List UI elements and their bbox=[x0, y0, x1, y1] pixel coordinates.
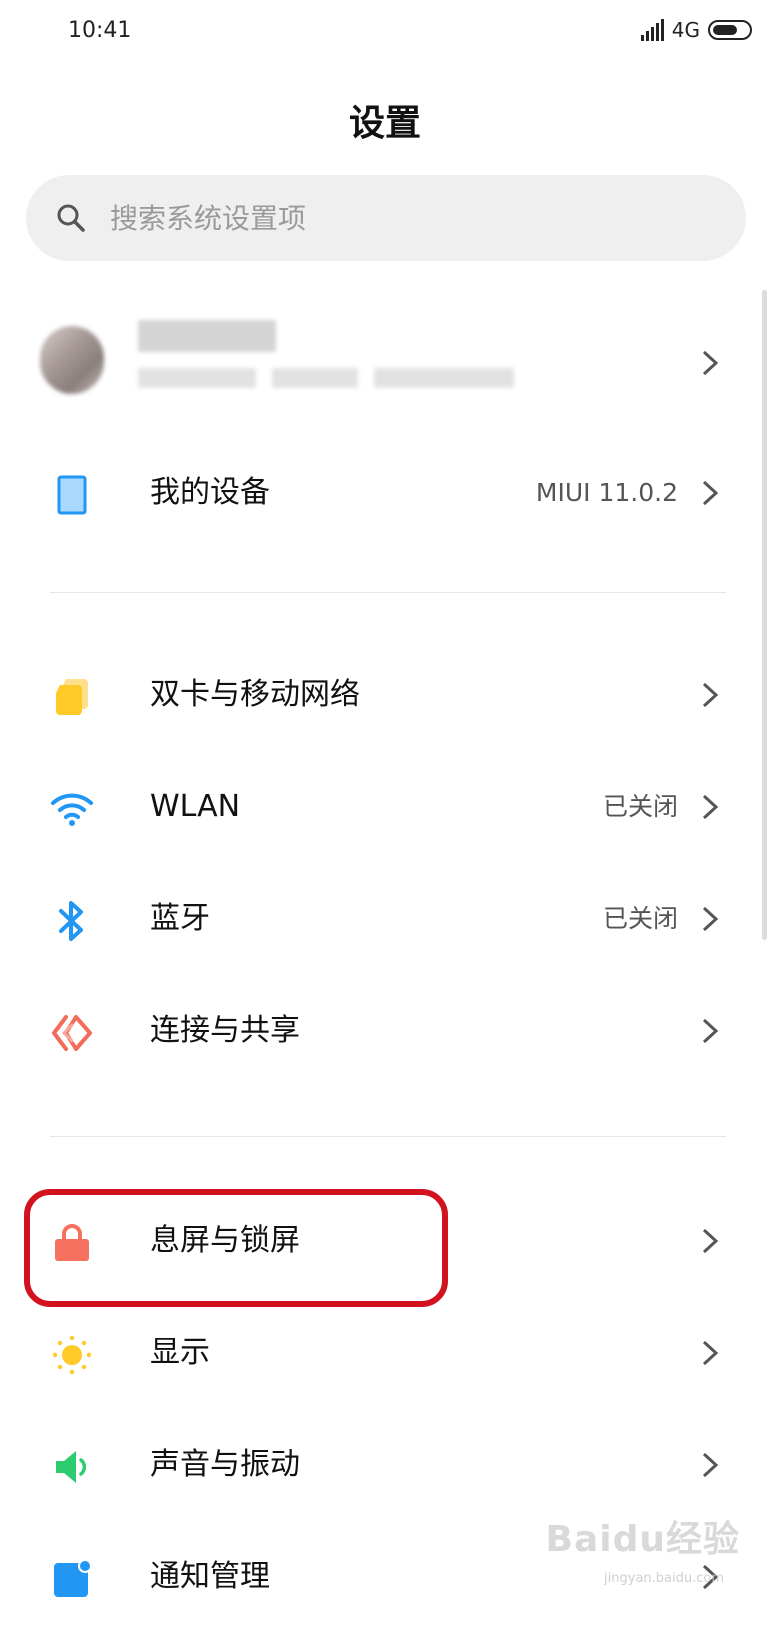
settings-item-wlan[interactable]: WLAN 已关闭 bbox=[0, 752, 770, 862]
search-icon bbox=[57, 204, 85, 232]
settings-item-sim-network[interactable]: 双卡与移动网络 bbox=[0, 640, 770, 750]
search-input[interactable] bbox=[108, 200, 672, 236]
sun-icon bbox=[50, 1333, 94, 1377]
settings-item-label: 显示 bbox=[150, 1335, 210, 1370]
signal-icon bbox=[640, 19, 664, 41]
chevron-right-icon bbox=[702, 1018, 719, 1044]
account-row[interactable] bbox=[0, 300, 770, 430]
settings-item-label: 通知管理 bbox=[150, 1559, 270, 1594]
scrollbar[interactable] bbox=[762, 290, 767, 940]
wifi-icon bbox=[50, 787, 94, 831]
highlight-box bbox=[24, 1189, 448, 1307]
settings-item-value: MIUI 11.0.2 bbox=[535, 478, 678, 507]
settings-item-label: 双卡与移动网络 bbox=[150, 677, 360, 712]
settings-item-connection-share[interactable]: 连接与共享 bbox=[0, 976, 770, 1086]
settings-item-sound[interactable]: 声音与振动 bbox=[0, 1410, 770, 1520]
account-name-blurred bbox=[138, 320, 276, 352]
chevron-right-icon bbox=[702, 1228, 719, 1254]
notification-icon bbox=[50, 1557, 94, 1601]
watermark: Baidu经验 bbox=[545, 1519, 740, 1560]
settings-item-display[interactable]: 显示 bbox=[0, 1298, 770, 1408]
chevron-right-icon bbox=[702, 350, 719, 376]
settings-item-bluetooth[interactable]: 蓝牙 已关闭 bbox=[0, 864, 770, 974]
status-indicators: 4G bbox=[640, 18, 752, 42]
bluetooth-icon bbox=[50, 899, 94, 943]
search-bar[interactable] bbox=[26, 175, 746, 261]
avatar bbox=[40, 326, 104, 394]
settings-item-label: 声音与振动 bbox=[150, 1447, 300, 1482]
chevron-right-icon bbox=[702, 906, 719, 932]
battery-icon bbox=[708, 20, 752, 40]
device-icon bbox=[50, 473, 94, 517]
page-title: 设置 bbox=[348, 103, 421, 144]
settings-item-label: 蓝牙 bbox=[150, 901, 210, 936]
speaker-icon bbox=[50, 1445, 94, 1489]
connection-share-icon bbox=[50, 1011, 94, 1055]
network-type: 4G bbox=[671, 18, 700, 42]
status-bar: 10:41 4G bbox=[0, 0, 770, 64]
settings-item-label: 连接与共享 bbox=[150, 1013, 300, 1048]
chevron-right-icon bbox=[702, 1340, 719, 1366]
settings-item-label: WLAN bbox=[150, 789, 241, 824]
settings-item-label: 我的设备 bbox=[150, 475, 270, 510]
watermark-url: jingyan.baidu.com bbox=[604, 1571, 724, 1586]
chevron-right-icon bbox=[702, 794, 719, 820]
settings-item-value: 已关闭 bbox=[602, 792, 678, 821]
settings-item-my-device[interactable]: 我的设备 MIUI 11.0.2 bbox=[0, 438, 770, 548]
divider bbox=[50, 1136, 726, 1137]
chevron-right-icon bbox=[702, 1452, 719, 1478]
chevron-right-icon bbox=[702, 682, 719, 708]
divider bbox=[50, 592, 726, 593]
status-time: 10:41 bbox=[68, 18, 132, 43]
sim-card-icon bbox=[50, 675, 94, 719]
account-detail-blurred bbox=[138, 368, 256, 388]
chevron-right-icon bbox=[702, 480, 719, 506]
settings-item-value: 已关闭 bbox=[602, 904, 678, 933]
